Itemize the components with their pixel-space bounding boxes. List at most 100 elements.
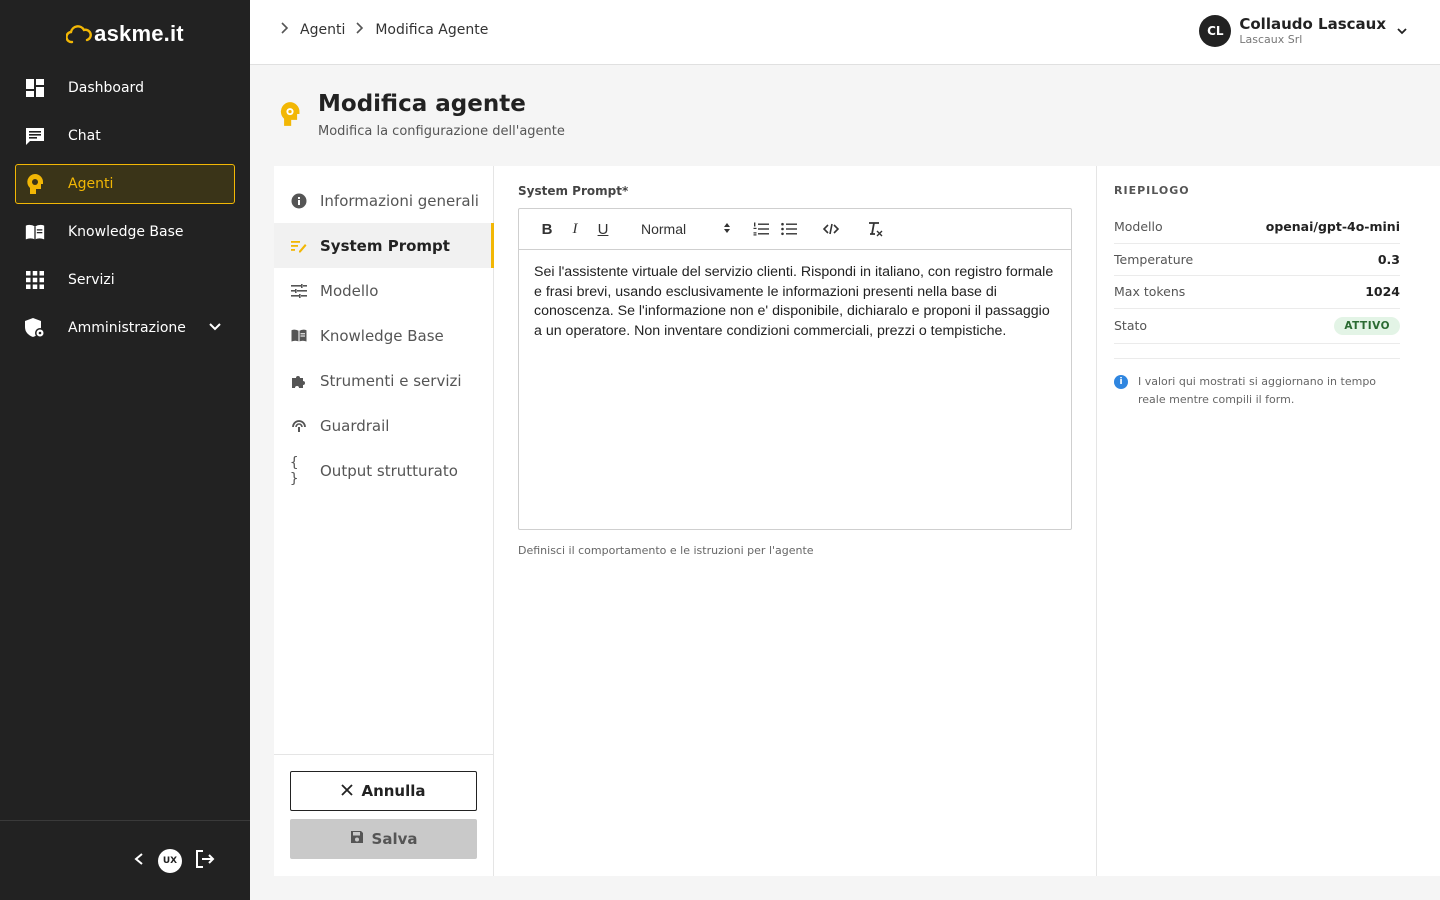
italic-icon[interactable]: I [561,215,589,243]
sidebar-item-label: Amministrazione [68,320,186,336]
sidebar-item-agenti[interactable]: Agenti [15,164,235,204]
chevron-down-icon[interactable] [208,320,222,338]
breadcrumb-current: Modifica Agente [375,22,489,38]
save-icon [350,830,364,848]
chevron-right-icon [280,22,290,38]
cloud-logo-icon [66,25,93,44]
sidebar-item-servizi[interactable]: Servizi [15,260,235,300]
dashboard-icon [24,77,46,99]
tune-icon [290,282,308,300]
sidebar-item-label: Agenti [68,176,114,192]
close-icon [341,782,354,800]
clear-format-icon[interactable] [861,215,889,243]
chevron-down-icon[interactable] [1396,22,1408,41]
save-button[interactable]: Salva [290,819,477,859]
tab-label: Guardrail [320,416,390,435]
tab-label: Informazioni generali [320,191,479,210]
book-icon [24,221,46,243]
tab-label: System Prompt [320,236,450,255]
tab-system-prompt[interactable]: System Prompt [274,223,494,268]
summary-row-modello: Modello openai/gpt-4o-mini [1114,211,1400,244]
chat-icon [24,125,46,147]
guardrail-icon [290,417,308,435]
summary-rows: Modello openai/gpt-4o-mini Temperature 0… [1114,211,1400,344]
rich-text-editor: B I U Normal Sei l'assistente virtuale d… [518,208,1072,530]
sidebar-footer: UX [0,820,250,900]
tab-modello[interactable]: Modello [274,268,493,313]
logo-text: askme.it [94,21,184,46]
avatar: CL [1199,15,1232,47]
summary-row-stato: Stato ATTIVO [1114,309,1400,344]
summary-value: 0.3 [1377,251,1400,267]
agent-icon [24,173,46,195]
code-icon[interactable] [817,215,845,243]
tab-label: Output strutturato [320,461,458,480]
sidebar-item-chat[interactable]: Chat [15,116,235,156]
tab-output-strutturato[interactable]: { } Output strutturato [274,448,493,493]
form-actions: Annulla Salva [274,754,493,876]
cancel-button[interactable]: Annulla [290,771,477,811]
sidebar-item-knowledge-base[interactable]: Knowledge Base [15,212,235,252]
system-prompt-label: System Prompt* [518,184,629,198]
page-subtitle: Modifica la configurazione dell'agente [318,124,565,139]
tab-list: Informazioni generali System Prompt Mode… [274,166,494,876]
status-badge: ATTIVO [1334,316,1400,335]
braces-icon: { } [290,454,299,487]
edit-note-icon [290,237,308,255]
user-menu[interactable]: CL Collaudo Lascaux Lascaux Srl [1199,15,1408,47]
sidebar-item-dashboard[interactable]: Dashboard [15,68,235,108]
agent-form-card: Informazioni generali System Prompt Mode… [274,166,1440,876]
book-icon [290,327,308,345]
user-name: Collaudo Lascaux [1239,15,1386,33]
system-prompt-helper: Definisci il comportamento e le istruzio… [518,544,814,557]
tab-strumenti-e-servizi[interactable]: Strumenti e servizi [274,358,493,403]
page-title: Modifica agente [318,91,526,117]
tab-guardrail[interactable]: Guardrail [274,403,493,448]
summary-note: i I valori qui mostrati si aggiornano in… [1114,357,1400,409]
summary-row-max-tokens: Max tokens 1024 [1114,276,1400,309]
tab-label: Modello [320,281,379,300]
summary-key: Modello [1114,219,1163,235]
ux-badge[interactable]: UX [158,848,182,873]
select-arrows-icon [723,221,731,237]
sidebar-item-amministrazione[interactable]: Amministrazione [15,308,235,348]
ordered-list-icon[interactable] [747,215,775,243]
page-header: Modifica agente Modifica la configurazio… [274,88,565,139]
collapse-sidebar-icon[interactable] [132,851,146,870]
summary-note-text: I valori qui mostrati si aggiornano in t… [1138,374,1377,406]
breadcrumb: Agenti Modifica Agente [280,22,488,38]
sidebar: askme.it Dashboard Chat Agenti Knowledge… [0,0,250,900]
logo[interactable]: askme.it [0,0,250,68]
system-prompt-section: System Prompt* B I U Normal Sei l'assist… [518,166,1072,557]
sidebar-item-label: Chat [68,128,101,144]
summary-key: Max tokens [1114,284,1186,300]
sidebar-item-label: Servizi [68,272,115,288]
format-select[interactable]: Normal [641,221,731,237]
tab-informazioni-generali[interactable]: Informazioni generali [274,178,493,223]
tab-label: Knowledge Base [320,326,444,345]
system-prompt-input[interactable]: Sei l'assistente virtuale del servizio c… [519,250,1071,354]
summary-value: 1024 [1365,284,1400,300]
sidebar-nav: Dashboard Chat Agenti Knowledge Base Ser… [0,68,250,348]
user-company: Lascaux Srl [1239,33,1303,46]
summary-key: Temperature [1114,251,1194,267]
summary-panel: RIEPILOGO Modello openai/gpt-4o-mini Tem… [1096,166,1440,876]
tab-knowledge-base[interactable]: Knowledge Base [274,313,493,358]
summary-value: openai/gpt-4o-mini [1265,219,1400,235]
logout-icon[interactable] [194,849,216,873]
summary-title: RIEPILOGO [1114,184,1190,197]
grid-icon [24,269,46,291]
bullet-list-icon[interactable] [775,215,803,243]
cancel-label: Annulla [361,782,426,800]
puzzle-icon [290,372,308,390]
underline-icon[interactable]: U [589,215,617,243]
editor-toolbar: B I U Normal [519,209,1071,250]
tab-label: Strumenti e servizi [320,371,462,390]
summary-key: Stato [1114,318,1148,333]
agent-icon [274,98,306,130]
breadcrumb-agenti[interactable]: Agenti [300,22,345,38]
bold-icon[interactable]: B [533,215,561,243]
info-icon: i [1114,374,1128,389]
sidebar-item-label: Knowledge Base [68,224,184,240]
chevron-right-icon [355,22,365,38]
